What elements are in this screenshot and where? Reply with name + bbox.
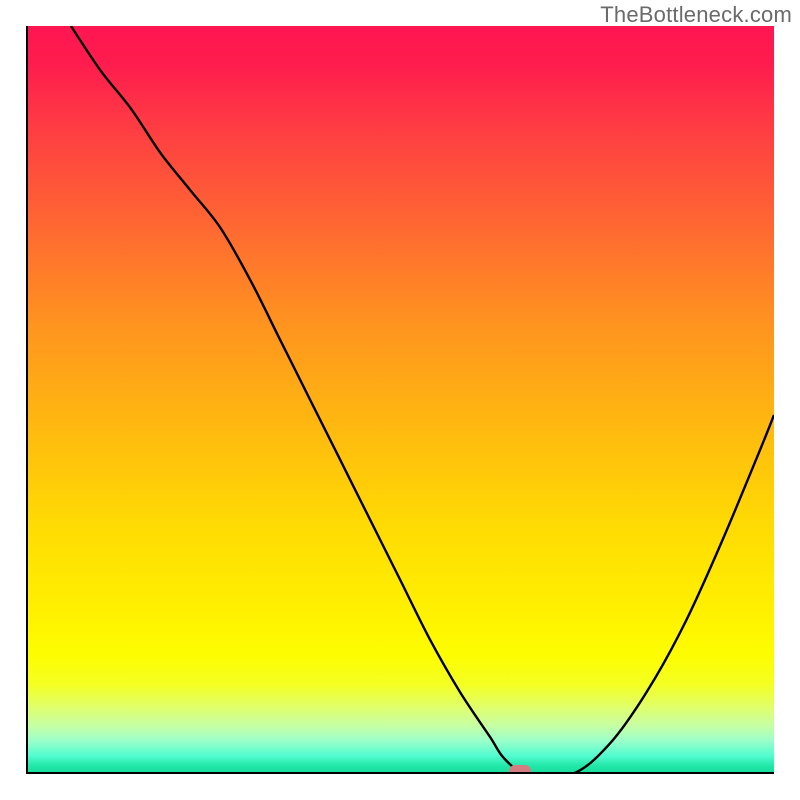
bottleneck-curve	[26, 26, 774, 774]
curve-path	[71, 26, 774, 774]
chart-frame: TheBottleneck.com	[0, 0, 800, 800]
plot-area	[26, 26, 774, 774]
watermark-label: TheBottleneck.com	[600, 2, 792, 28]
x-axis	[26, 772, 774, 774]
y-axis	[26, 26, 28, 774]
